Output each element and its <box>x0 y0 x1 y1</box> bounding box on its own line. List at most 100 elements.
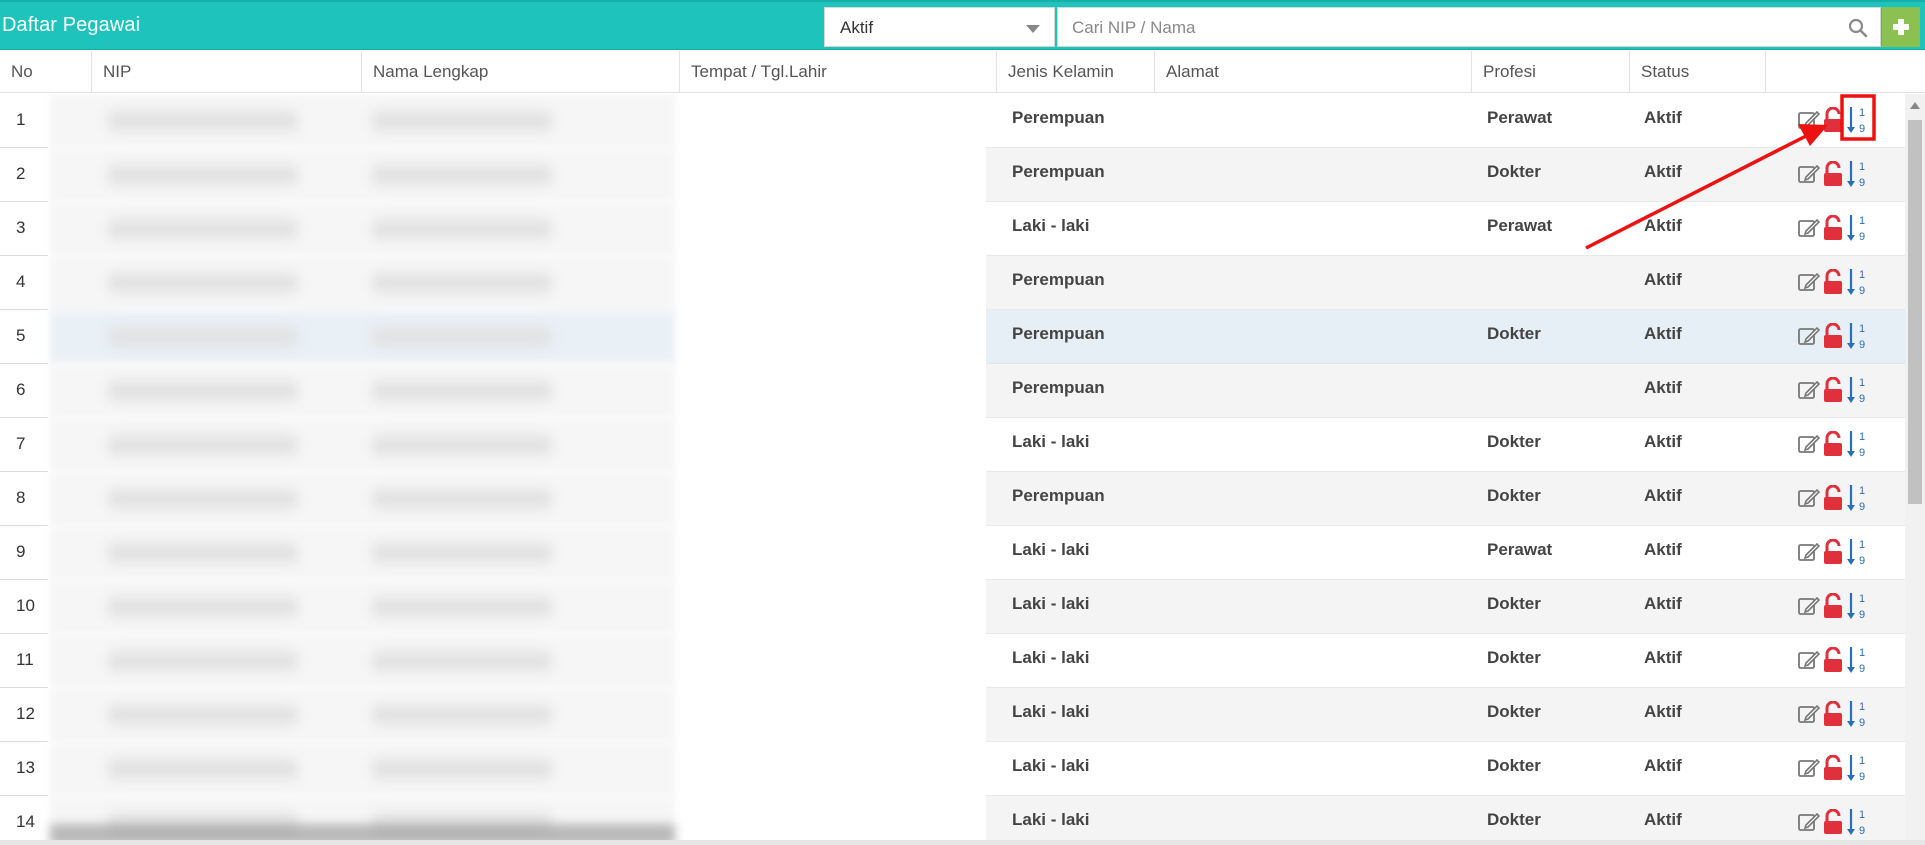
name-redacted <box>372 543 552 563</box>
svg-text:1: 1 <box>1859 161 1865 173</box>
column-header-alamat[interactable]: Alamat <box>1155 51 1472 93</box>
sort-numeric-icon[interactable]: 19 <box>1846 266 1868 298</box>
edit-icon[interactable] <box>1797 540 1821 564</box>
column-header-tempat-lahir[interactable]: Tempat / Tgl.Lahir <box>680 51 997 93</box>
unlock-icon[interactable] <box>1823 323 1843 349</box>
nip-redacted <box>108 705 298 725</box>
table-row[interactable]: 2 Perempuan Dokter Aktif 19 <box>0 148 1905 202</box>
unlock-icon[interactable] <box>1823 539 1843 565</box>
edit-icon[interactable] <box>1797 702 1821 726</box>
svg-text:9: 9 <box>1859 717 1865 729</box>
unlock-icon[interactable] <box>1823 431 1843 457</box>
sort-numeric-icon[interactable]: 19 <box>1846 752 1868 784</box>
row-number: 12 <box>16 704 35 723</box>
sort-numeric-icon[interactable]: 19 <box>1846 104 1868 136</box>
column-header-no[interactable]: No <box>0 51 92 93</box>
gender-cell: Laki - laki <box>1012 216 1090 235</box>
table-row[interactable]: 10 Laki - laki Dokter Aktif 19 <box>0 580 1905 634</box>
scrollbar-thumb[interactable] <box>1908 120 1922 504</box>
sort-numeric-icon[interactable]: 19 <box>1846 482 1868 514</box>
sort-numeric-icon[interactable]: 19 <box>1846 212 1868 244</box>
name-redacted <box>372 651 552 671</box>
nip-redacted <box>108 219 298 239</box>
sort-numeric-icon[interactable]: 19 <box>1846 536 1868 568</box>
gender-cell: Laki - laki <box>1012 540 1090 559</box>
sort-numeric-icon[interactable]: 19 <box>1846 806 1868 838</box>
column-header-nama[interactable]: Nama Lengkap <box>362 51 680 93</box>
edit-icon[interactable] <box>1797 810 1821 834</box>
nip-redacted <box>108 327 298 347</box>
table-row[interactable]: 1 Perempuan Perawat Aktif 19 <box>0 94 1905 148</box>
edit-icon[interactable] <box>1797 324 1821 348</box>
search-icon[interactable] <box>1848 18 1868 38</box>
table-row[interactable]: 6 Perempuan Aktif 19 <box>0 364 1905 418</box>
unlock-icon[interactable] <box>1823 215 1843 241</box>
edit-icon[interactable] <box>1797 216 1821 240</box>
status-filter-select[interactable]: Aktif <box>824 7 1055 47</box>
edit-icon[interactable] <box>1797 270 1821 294</box>
search-input[interactable] <box>1072 16 1812 40</box>
gender-cell: Laki - laki <box>1012 432 1090 451</box>
table-row[interactable]: 4 Perempuan Aktif 19 <box>0 256 1905 310</box>
unlock-icon[interactable] <box>1823 755 1843 781</box>
unlock-icon[interactable] <box>1823 161 1843 187</box>
column-header-actions <box>1766 51 1925 93</box>
sort-numeric-icon[interactable]: 19 <box>1846 644 1868 676</box>
edit-icon[interactable] <box>1797 756 1821 780</box>
table-row[interactable]: 8 Perempuan Dokter Aktif 19 <box>0 472 1905 526</box>
unlock-icon[interactable] <box>1823 485 1843 511</box>
unlock-icon[interactable] <box>1823 647 1843 673</box>
edit-icon[interactable] <box>1797 594 1821 618</box>
sort-numeric-icon[interactable]: 19 <box>1846 590 1868 622</box>
table-row[interactable]: 13 Laki - laki Dokter Aktif 19 <box>0 742 1905 796</box>
edit-icon[interactable] <box>1797 486 1821 510</box>
sort-numeric-icon[interactable]: 19 <box>1846 698 1868 730</box>
nip-redacted <box>108 165 298 185</box>
row-number: 14 <box>16 812 35 831</box>
edit-icon[interactable] <box>1797 108 1821 132</box>
svg-text:9: 9 <box>1859 123 1865 135</box>
table-row[interactable]: 7 Laki - laki Dokter Aktif 19 <box>0 418 1905 472</box>
column-header-jenis-kelamin[interactable]: Jenis Kelamin <box>997 51 1155 93</box>
table-row[interactable]: 3 Laki - laki Perawat Aktif 19 <box>0 202 1905 256</box>
add-employee-button[interactable] <box>1882 7 1920 47</box>
column-header-nip[interactable]: NIP <box>92 51 362 93</box>
row-number: 8 <box>16 488 26 507</box>
status-cell: Aktif <box>1644 648 1682 667</box>
status-cell: Aktif <box>1644 756 1682 775</box>
column-header-profesi[interactable]: Profesi <box>1472 51 1630 93</box>
vertical-scrollbar[interactable] <box>1905 94 1925 845</box>
svg-text:1: 1 <box>1859 647 1865 659</box>
search-box[interactable] <box>1057 7 1881 47</box>
scroll-up-icon[interactable] <box>1910 102 1920 109</box>
unlock-icon[interactable] <box>1823 701 1843 727</box>
name-redacted <box>372 489 552 509</box>
sort-numeric-icon[interactable]: 19 <box>1846 320 1868 352</box>
table-row[interactable]: 11 Laki - laki Dokter Aktif 19 <box>0 634 1905 688</box>
unlock-icon[interactable] <box>1823 809 1843 835</box>
gender-cell: Perempuan <box>1012 324 1105 343</box>
edit-icon[interactable] <box>1797 432 1821 456</box>
column-header-status[interactable]: Status <box>1630 51 1766 93</box>
edit-icon[interactable] <box>1797 378 1821 402</box>
edit-icon[interactable] <box>1797 162 1821 186</box>
profession-cell: Perawat <box>1487 108 1553 127</box>
status-cell: Aktif <box>1644 324 1682 343</box>
name-redacted <box>372 111 552 131</box>
sort-numeric-icon[interactable]: 19 <box>1846 374 1868 406</box>
gender-cell: Perempuan <box>1012 378 1105 397</box>
unlock-icon[interactable] <box>1823 269 1843 295</box>
table-row[interactable]: 9 Laki - laki Perawat Aktif 19 <box>0 526 1905 580</box>
nip-redacted <box>108 597 298 617</box>
edit-icon[interactable] <box>1797 648 1821 672</box>
unlock-icon[interactable] <box>1823 593 1843 619</box>
sort-numeric-icon[interactable]: 19 <box>1846 428 1868 460</box>
gender-cell: Perempuan <box>1012 162 1105 181</box>
unlock-icon[interactable] <box>1823 377 1843 403</box>
table-row[interactable]: 5 Perempuan Dokter Aktif 19 <box>0 310 1905 364</box>
status-cell: Aktif <box>1644 108 1682 127</box>
unlock-icon[interactable] <box>1823 107 1843 133</box>
table-row[interactable]: 12 Laki - laki Dokter Aktif 19 <box>0 688 1905 742</box>
name-redacted <box>372 219 552 239</box>
sort-numeric-icon[interactable]: 19 <box>1846 158 1868 190</box>
